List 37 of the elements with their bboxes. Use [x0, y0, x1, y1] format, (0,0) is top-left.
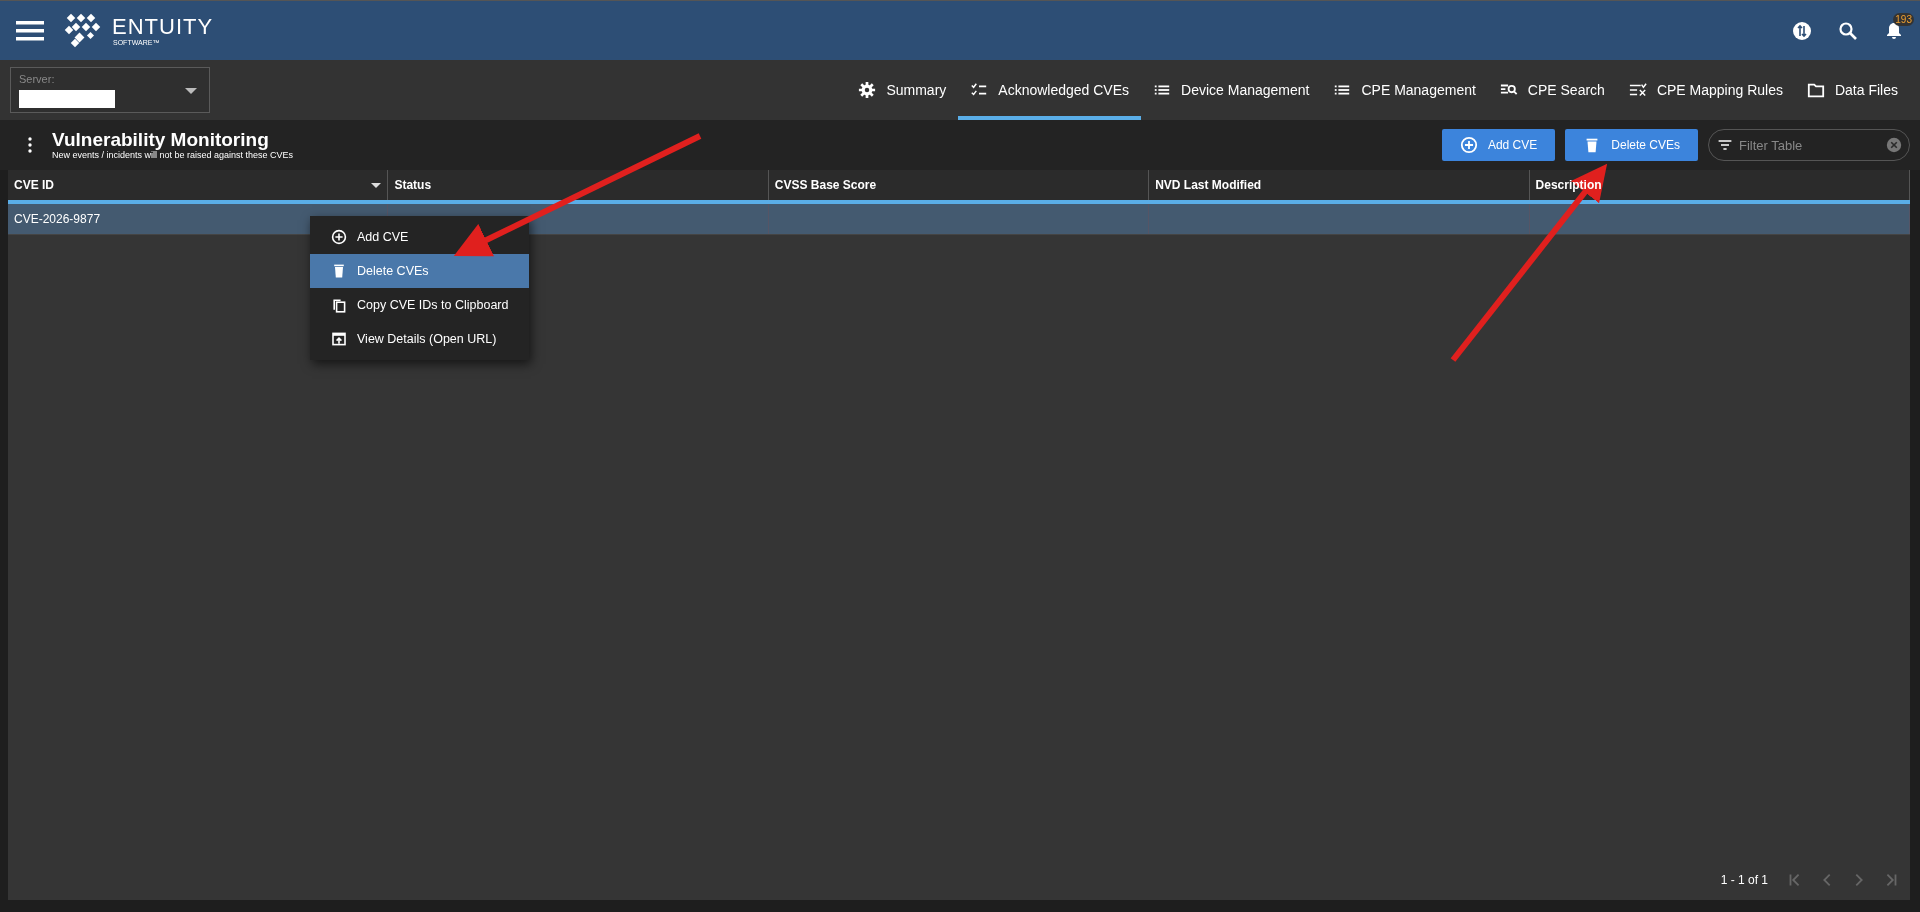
- column-header[interactable]: CVE ID: [8, 170, 389, 200]
- pagination-range: 1 - 1 of 1: [1720, 873, 1768, 887]
- nav-tab[interactable]: Summary: [846, 60, 959, 120]
- search-icon[interactable]: [1838, 20, 1858, 41]
- context-menu-item[interactable]: Copy CVE IDs to Clipboard: [310, 288, 530, 322]
- nav-tab[interactable]: Device Management: [1141, 60, 1322, 120]
- plus-circle-icon: [331, 229, 347, 245]
- table-cell: CVE-2026-9877: [14, 212, 101, 226]
- context-menu-item[interactable]: Delete CVEs: [310, 254, 530, 288]
- folder-icon: [1806, 81, 1825, 99]
- nav-tab[interactable]: CPE Mapping Rules: [1616, 60, 1795, 120]
- column-header[interactable]: CVSS Base Score: [768, 170, 1150, 200]
- context-menu-item[interactable]: View Details (Open URL): [310, 322, 530, 356]
- menu-icon[interactable]: [16, 19, 44, 42]
- upload-window-icon: [331, 331, 347, 347]
- page-subtitle: New events / incidents will not be raised against these CVEs: [52, 150, 294, 161]
- copy-icon: [331, 297, 347, 313]
- gear-icon: [858, 81, 877, 99]
- clear-icon[interactable]: [1886, 137, 1902, 153]
- nav-tab[interactable]: Data Files: [1794, 60, 1910, 120]
- filter-icon: [1717, 137, 1733, 153]
- brand-name: ENTUITY: [112, 15, 214, 38]
- filter-field[interactable]: Filter Table: [1708, 129, 1910, 161]
- page-title: Vulnerability Monitoring: [52, 129, 270, 151]
- plus-circle-icon: [1459, 136, 1478, 154]
- delete-button[interactable]: Delete CVEs: [1565, 129, 1698, 161]
- sync-icon[interactable]: [1792, 20, 1812, 41]
- column-header[interactable]: NVD Last Modified: [1149, 170, 1530, 200]
- nav-tab[interactable]: CPE Management: [1321, 60, 1488, 120]
- add-button[interactable]: Add CVE: [1441, 129, 1556, 161]
- more-options-icon[interactable]: [28, 137, 32, 153]
- trash-icon: [331, 263, 347, 279]
- list-x-icon: [1628, 81, 1647, 99]
- notification-count-badge: 193: [1893, 12, 1914, 26]
- server-dropdown[interactable]: Server:: [10, 67, 210, 113]
- nav-tab[interactable]: CPE Search: [1487, 60, 1617, 120]
- column-header[interactable]: Status: [388, 170, 769, 200]
